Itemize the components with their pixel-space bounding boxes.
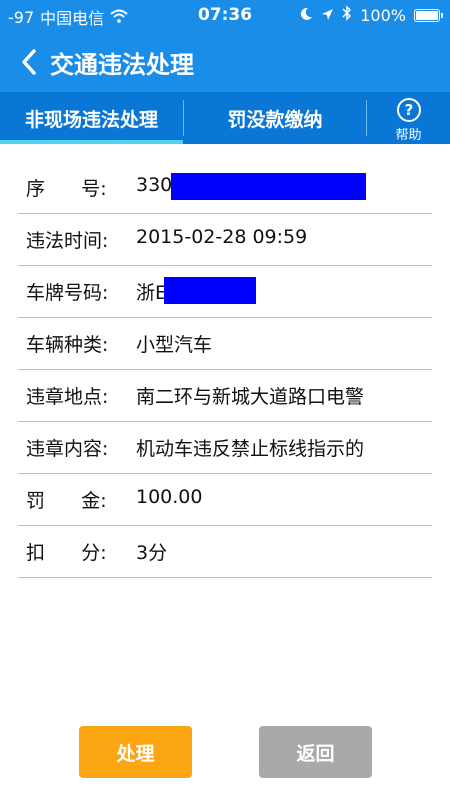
active-tab-indicator [0,140,183,144]
detail-label: 车辆种类: [26,334,109,356]
nav-bar: 交通违法处理 [0,32,450,92]
detail-value: 3分 [136,542,168,564]
help-button[interactable]: ? 帮助 [367,92,450,144]
help-label: 帮助 [395,128,422,143]
detail-label: 罚 金: [26,490,107,512]
redaction-block [164,277,256,304]
detail-value: 100.00 [136,486,203,508]
back-arrow-icon[interactable] [18,48,42,76]
moon-icon [299,6,313,25]
detail-label: 序 号: [26,178,107,200]
detail-value: 2015-02-28 09:59 [136,226,308,248]
detail-row-plate-number: 车牌号码: 浙E [18,266,432,318]
detail-label: 违法时间: [26,230,109,252]
detail-value: 小型汽车 [136,334,213,356]
detail-row-serial-number: 序 号: 330 [18,162,432,214]
back-button[interactable]: 返回 [259,726,372,778]
detail-label: 违章地点: [26,386,109,408]
detail-row-violation-time: 违法时间: 2015-02-28 09:59 [18,214,432,266]
detail-value: 330 [136,174,173,196]
status-bar: -97 中国电信 07:36 100% [0,0,450,32]
redaction-block [171,173,366,200]
detail-label: 车牌号码: [26,282,109,304]
detail-label: 违章内容: [26,438,109,460]
detail-row-violation-location: 违章地点: 南二环与新城大道路口电警 [18,370,432,422]
status-right: 100% [299,5,443,25]
detail-value: 机动车违反禁止标线指示的 [136,438,365,460]
tab-bar: 非现场违法处理 罚没款缴纳 ? 帮助 [0,92,450,144]
battery-percent: 100% [360,5,406,25]
detail-value: 南二环与新城大道路口电警 [136,386,365,408]
detail-row-violation-content: 违章内容: 机动车违反禁止标线指示的 [18,422,432,474]
detail-row-vehicle-type: 车辆种类: 小型汽车 [18,318,432,370]
detail-value: 浙E [136,282,168,304]
tab-offsite-violation[interactable]: 非现场违法处理 [0,92,183,144]
bluetooth-icon [342,5,352,25]
detail-row-penalty-points: 扣 分: 3分 [18,526,432,578]
battery-icon [414,8,443,22]
tab-fine-payment[interactable]: 罚没款缴纳 [184,92,366,144]
location-arrow-icon [321,6,334,25]
detail-label: 扣 分: [26,542,107,564]
process-button[interactable]: 处理 [79,726,192,778]
violation-detail-list: 序 号: 330 违法时间: 2015-02-28 09:59 车牌号码: 浙E… [18,162,432,578]
page-title: 交通违法处理 [50,51,194,79]
help-icon: ? [397,98,421,122]
detail-row-fine-amount: 罚 金: 100.00 [18,474,432,526]
